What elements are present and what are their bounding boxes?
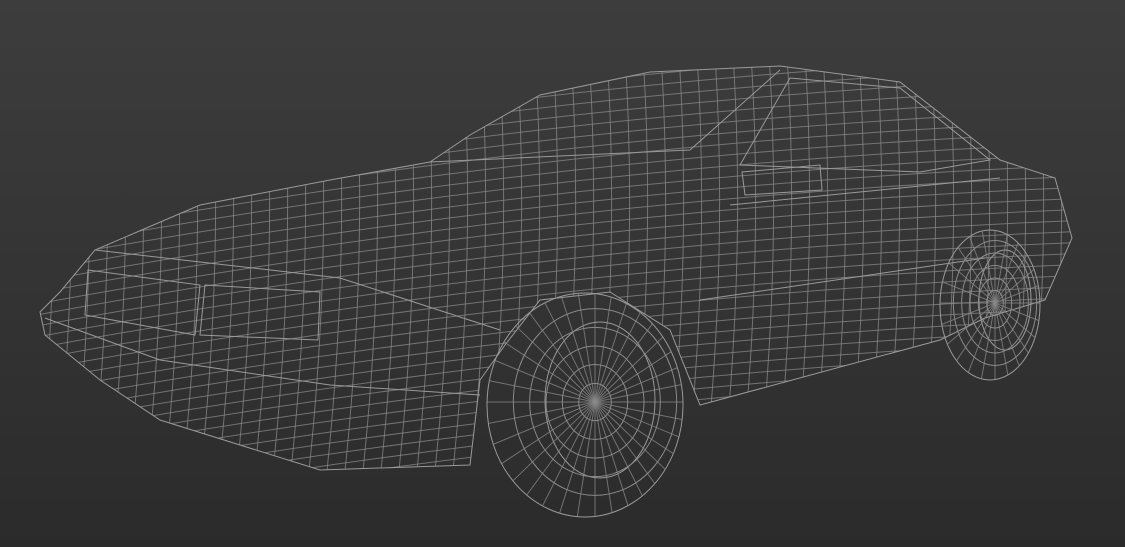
wire-edge [40, 66, 1072, 176]
wire-edge [469, 66, 487, 470]
wire-edge [199, 66, 217, 470]
wire-edge [415, 66, 433, 470]
wire-edge [235, 66, 253, 470]
wire-edge [559, 66, 577, 470]
door-line [729, 177, 1001, 206]
wire-edge [40, 340, 1072, 462]
rear-wheel [939, 229, 1041, 381]
wire-edge [613, 66, 631, 470]
wire-edge [163, 66, 181, 470]
wire-edge [883, 66, 901, 470]
wire-edge [343, 66, 361, 470]
wire-edge [40, 362, 1072, 470]
wire-edge [703, 66, 721, 470]
wire-edge [307, 66, 325, 470]
wire-edge [1045, 66, 1063, 470]
wire-edge [55, 66, 73, 470]
wire-edge [40, 66, 55, 470]
wire-edge [109, 66, 127, 470]
wire-edge [1082, 40, 1098, 480]
wire-edge [127, 66, 145, 470]
wire-edge [397, 66, 415, 470]
wire-edge [757, 66, 775, 470]
wire-edge [631, 66, 649, 470]
wire-edge [793, 66, 811, 470]
side-trim [699, 257, 986, 301]
wire-edge [721, 66, 739, 470]
wire-edge [811, 66, 829, 470]
wire-edge [1063, 66, 1072, 470]
wire-edge [40, 318, 1072, 440]
wire-edge [739, 66, 757, 470]
wire-edge [433, 66, 451, 470]
wire-edge [40, 285, 1072, 407]
wire-edge [271, 66, 289, 470]
wire-edge [487, 66, 505, 470]
wire-edge [40, 66, 1072, 165]
wire-edge [253, 66, 271, 470]
wire-edge [991, 66, 1009, 470]
wire-edge [325, 66, 343, 470]
wire-edge [685, 66, 703, 470]
wire-edge [40, 66, 1072, 132]
wire-edge [901, 66, 919, 470]
car-wireframe-viewport[interactable] [0, 0, 1125, 547]
wire-edge [40, 406, 1072, 470]
wire-edge [40, 66, 1072, 143]
wire-edge [361, 66, 379, 470]
wire-edge [20, 40, 36, 480]
wire-edge [40, 428, 1072, 470]
wire-edge [829, 66, 847, 470]
wire-edge [40, 296, 1072, 418]
wire-edge [145, 66, 163, 470]
wire-edge [40, 66, 1072, 187]
wire-edge [40, 66, 1072, 121]
wire-edge [40, 417, 1072, 470]
wire-edge [847, 66, 865, 470]
wire-edge [865, 66, 883, 470]
